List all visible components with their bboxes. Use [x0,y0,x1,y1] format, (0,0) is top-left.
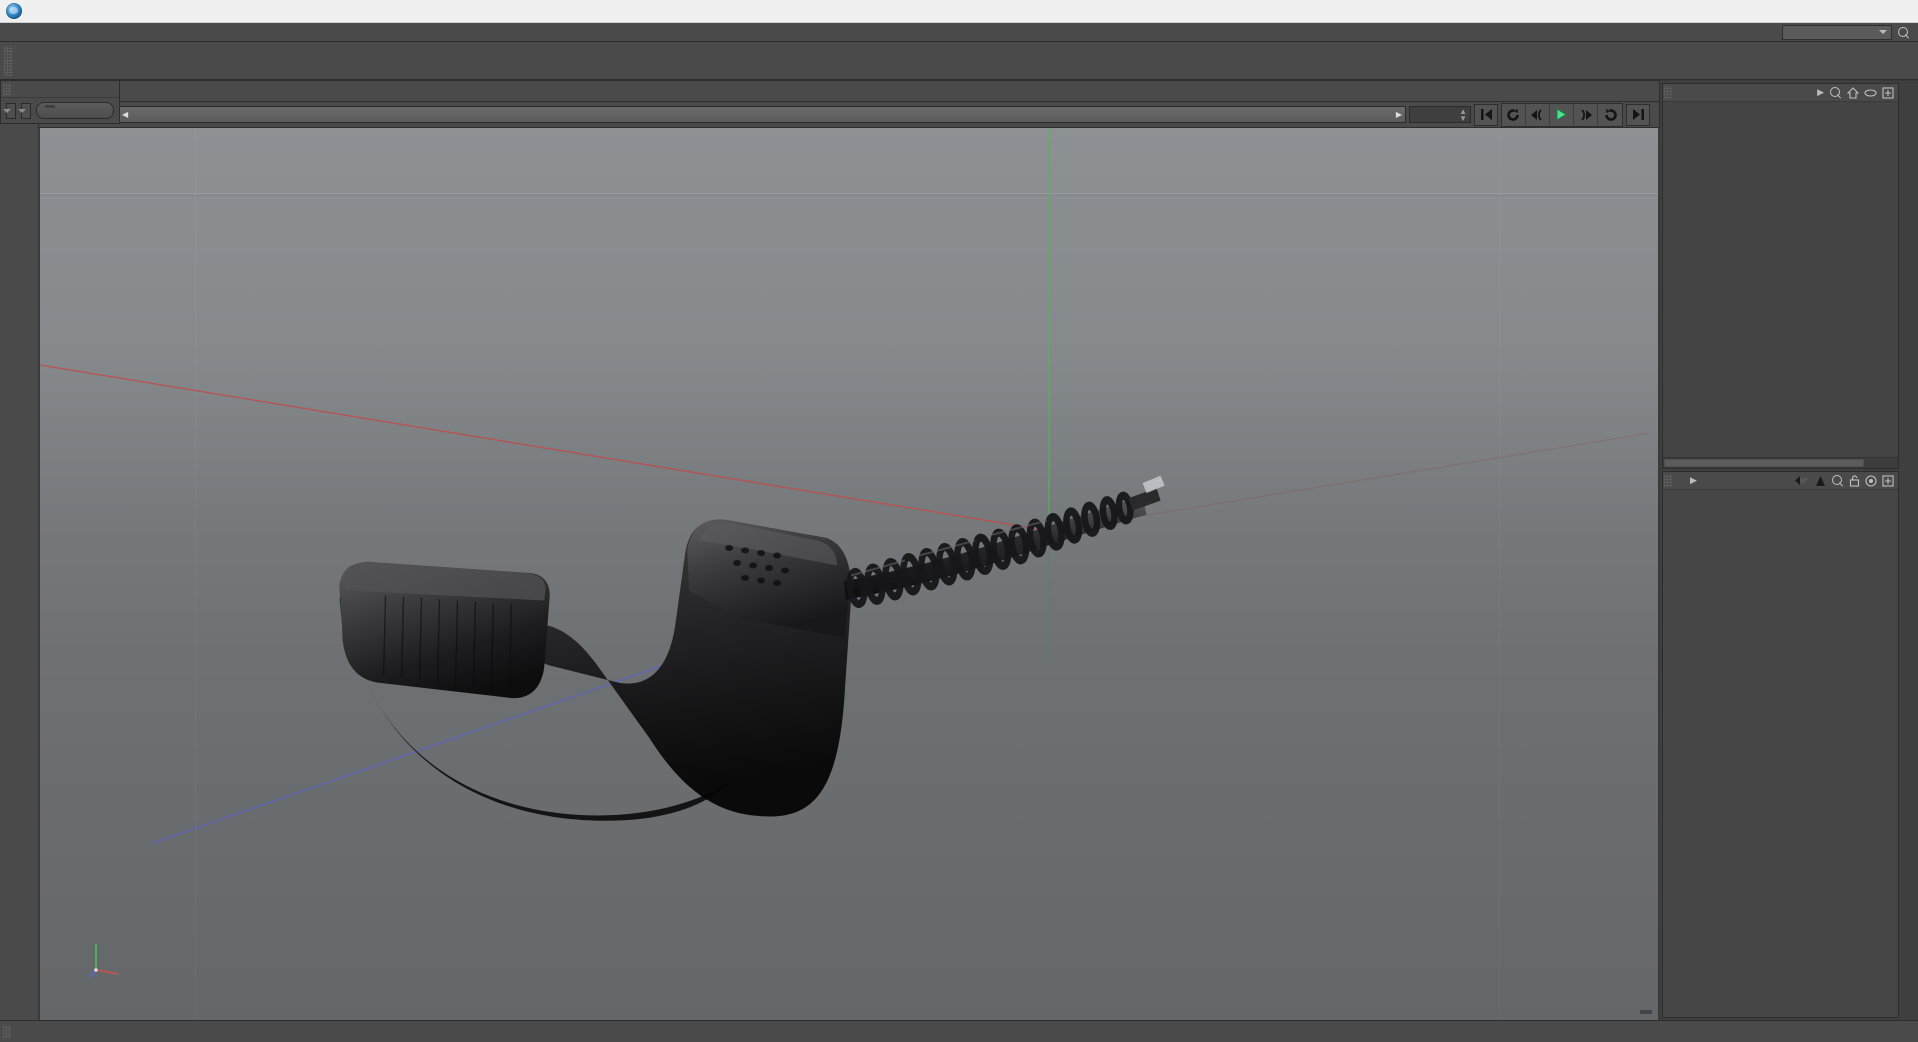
timeline-controls: ▲▼ ◀ ▶ ▲▼ [38,102,1660,128]
chevron-right-icon[interactable]: ▶ [1686,475,1697,486]
viewport-origin-gizmo [88,934,128,978]
workspace: ▶ ▶ [0,81,1918,1020]
object-manager-menubar: ▶ [1663,84,1898,102]
play-button[interactable] [1550,103,1574,126]
ellipse-icon[interactable] [1864,88,1877,98]
play-forward-loop-button[interactable] [1598,103,1622,126]
add-icon[interactable] [1882,474,1894,487]
attribute-manager: ▶ [1662,471,1899,1018]
main-toolbar [0,42,1918,80]
minimize-button[interactable] [1780,0,1826,22]
coordinate-mode-dropdown[interactable] [18,102,31,119]
back-arrow-icon[interactable] [1794,475,1810,486]
window-titlebar [0,0,1918,23]
end-frame-field[interactable]: ▲ ▼ [1409,106,1471,123]
chevron-right-icon[interactable]: ▶ [1817,87,1824,98]
coordinates-manager [0,80,120,124]
coordinates-grip[interactable] [3,82,11,96]
tabs-spacer [1900,81,1918,1020]
timeline-ruler[interactable] [38,80,1660,102]
up-arrow-icon[interactable] [1815,475,1826,487]
viewport-label [45,105,55,108]
window-controls [1780,0,1918,22]
go-to-end-button[interactable] [1626,103,1650,126]
close-button[interactable] [1872,0,1918,22]
add-icon[interactable] [1882,86,1894,99]
coordinates-footer [1,101,119,123]
chevron-down-icon [3,108,11,113]
home-icon[interactable] [1847,86,1859,99]
viewport-3d[interactable] [40,101,1658,1020]
layout-dropdown[interactable] [1782,24,1892,40]
range-start-arrow-icon[interactable]: ◀ [122,110,128,119]
chevron-down-icon [18,108,26,113]
object-manager-header-icons: ▶ [1817,86,1898,99]
previous-frame-button[interactable] [1526,103,1550,126]
coordinates-header [1,81,119,98]
next-frame-button[interactable] [1574,103,1598,126]
chevron-down-icon [1879,30,1887,34]
grid-spacing-label [1640,1010,1652,1014]
object-manager: ▶ [1662,83,1899,469]
right-panel: ▶ ▶ [1660,81,1918,1020]
attribute-manager-grip[interactable] [1664,474,1672,487]
phone-handset-model [339,475,1165,821]
left-toolbar [0,81,38,1020]
object-tree[interactable] [1663,102,1898,457]
object-manager-hscrollbar[interactable] [1663,457,1898,468]
attribute-manager-icons [1794,474,1898,487]
timeline-panel: ▲▼ ◀ ▶ ▲▼ [38,80,1660,128]
attribute-manager-menubar: ▶ [1663,472,1898,490]
layout-selector-group [1777,24,1918,40]
attribute-manager-body[interactable] [1663,490,1898,1017]
main-menubar [0,23,1918,42]
playback-button-group [1501,102,1623,127]
target-icon[interactable] [1865,474,1877,487]
object-manager-grip[interactable] [1664,86,1672,99]
timeline-range-bar[interactable]: ◀ ▶ [118,106,1406,123]
spinner-icon[interactable]: ▲▼ [1459,107,1467,122]
go-to-start-button[interactable] [1474,103,1498,126]
maximize-button[interactable] [1826,0,1872,22]
toolbar-grip[interactable] [4,45,13,76]
coordinate-system-dropdown[interactable] [3,102,16,119]
maxon-branding [0,870,38,1020]
search-icon[interactable] [1831,474,1844,487]
play-reverse-button[interactable] [1502,103,1526,126]
search-icon[interactable] [1829,86,1842,99]
right-panel-tabs [1900,81,1918,1020]
status-bar [0,1020,1918,1042]
viewport-panel [38,81,1660,1020]
search-icon[interactable] [1897,26,1910,39]
range-end-arrow-icon[interactable]: ▶ [1396,110,1402,119]
scrollbar-thumb[interactable] [1664,459,1864,467]
lock-icon[interactable] [1849,474,1860,487]
status-bar-grip[interactable] [3,1024,11,1039]
c4d-logo-icon [6,3,22,19]
